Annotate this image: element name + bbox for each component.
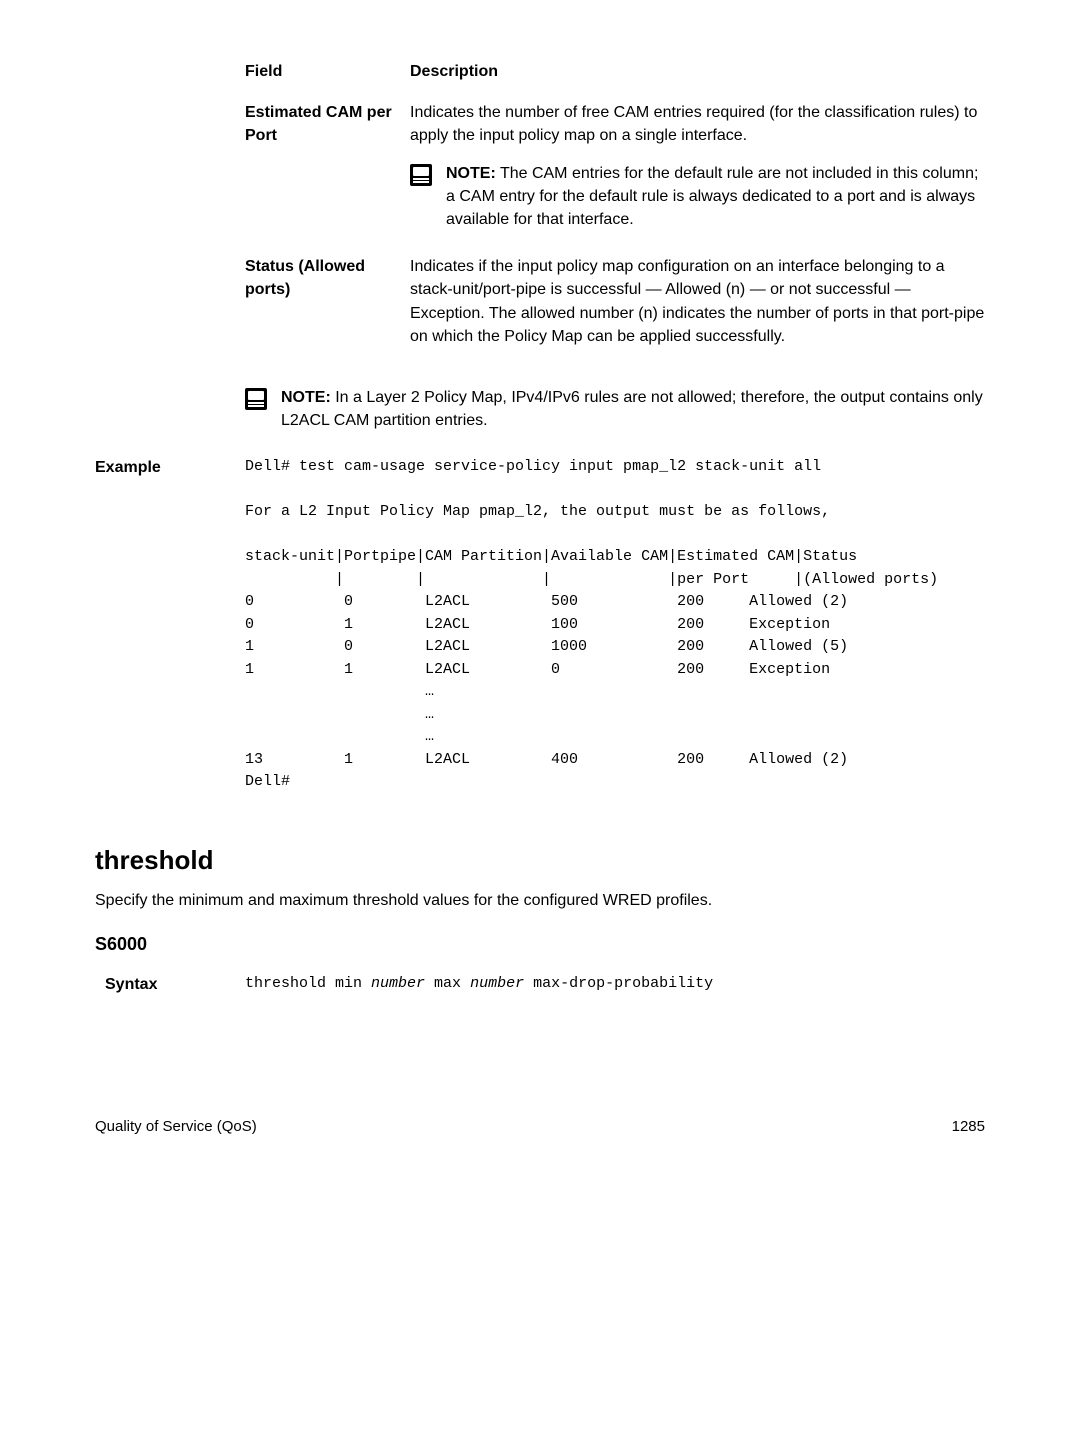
note-block-cam: NOTE: The CAM entries for the default ru… [410,162,985,232]
threshold-description: Specify the minimum and maximum threshol… [95,889,985,912]
footer-page-number: 1285 [952,1116,985,1138]
note-prefix: NOTE: [446,165,496,182]
example-code: Dell# test cam-usage service-policy inpu… [245,456,985,794]
column-header-field: Field [245,60,410,101]
section-heading-threshold: threshold [95,842,985,880]
syntax-part-post: max-drop-probability [524,975,713,992]
note-icon [245,388,267,410]
field-status-allowed-desc: Indicates if the input policy map config… [410,255,985,366]
field-estimated-cam-desc: Indicates the number of free CAM entries… [410,101,985,255]
note-body: The CAM entries for the default rule are… [446,165,978,228]
estimated-cam-desc-text: Indicates the number of free CAM entries… [410,104,977,144]
note-icon [410,164,432,186]
example-label: Example [95,456,245,812]
syntax-row: Syntax threshold min number max number m… [95,973,985,996]
subhead-s6000: S6000 [95,931,985,957]
example-section: Example Dell# test cam-usage service-pol… [95,456,985,812]
syntax-param-number2: number [470,975,524,992]
column-header-description: Description [410,60,985,101]
note-text-layer2: NOTE: In a Layer 2 Policy Map, IPv4/IPv6… [281,386,985,432]
syntax-label: Syntax [95,973,245,996]
syntax-param-number1: number [371,975,425,992]
note-block-layer2: NOTE: In a Layer 2 Policy Map, IPv4/IPv6… [245,386,985,432]
note-body: In a Layer 2 Policy Map, IPv4/IPv6 rules… [281,389,983,429]
page-footer: Quality of Service (QoS) 1285 [95,1116,985,1138]
note-prefix: NOTE: [281,389,331,406]
syntax-command: threshold min number max number max-drop… [245,973,985,996]
syntax-part-pre: threshold min [245,975,371,992]
footer-title: Quality of Service (QoS) [95,1116,257,1138]
field-estimated-cam-label: Estimated CAM per Port [245,101,410,255]
syntax-part-mid: max [425,975,470,992]
field-status-allowed-label: Status (Allowed ports) [245,255,410,366]
note-text-cam: NOTE: The CAM entries for the default ru… [446,162,985,232]
